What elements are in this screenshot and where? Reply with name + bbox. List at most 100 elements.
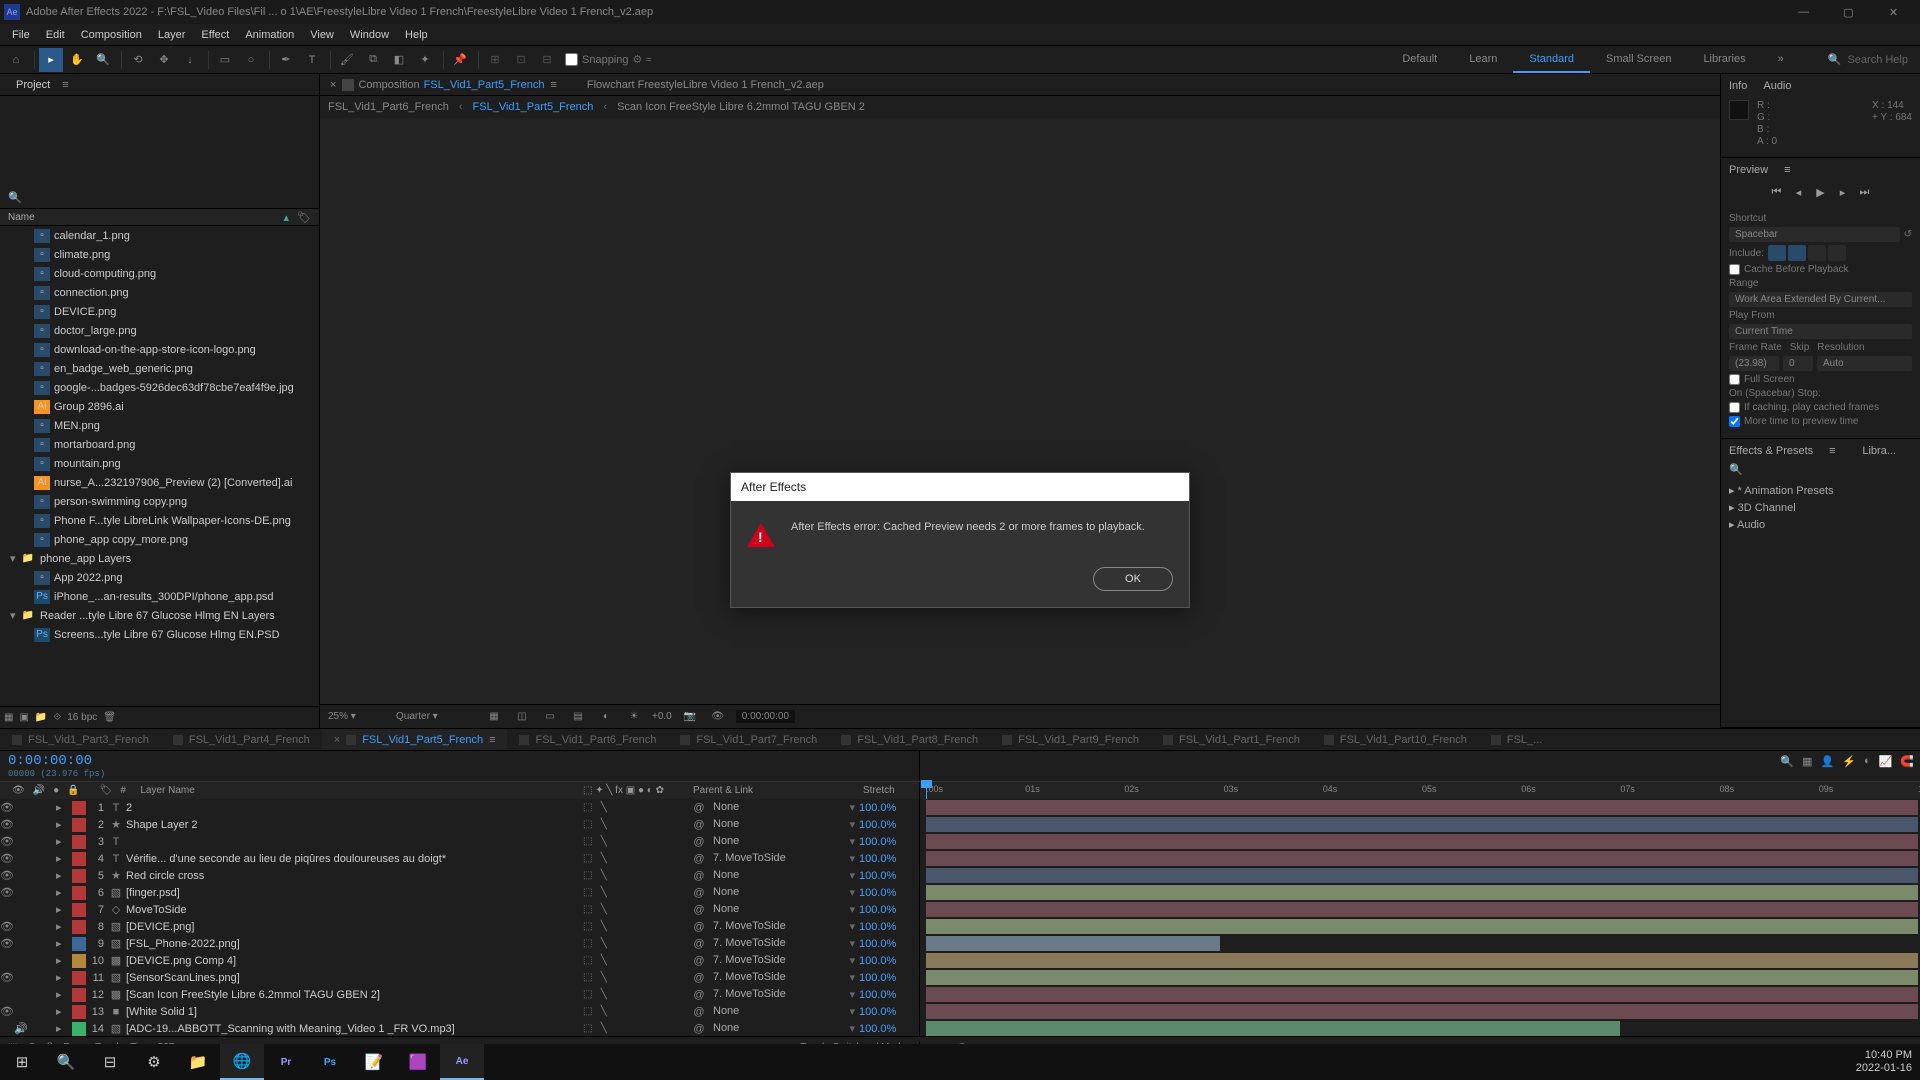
visibility-toggle[interactable]: 👁 [0,818,14,831]
pickwhip-icon[interactable]: @ [689,989,709,1001]
stretch-value[interactable]: 100.0% [859,819,919,831]
parent-dropdown[interactable]: 7. MoveToSide ▾ [709,971,859,984]
new-folder-icon[interactable]: 📁 [35,712,47,723]
depth-toggle[interactable]: ⟐ [53,712,61,723]
parent-dropdown[interactable]: None ▾ [709,818,859,831]
project-item[interactable]: ▫mountain.png [0,454,319,473]
current-time[interactable]: 0:00:00:00 [8,753,911,769]
search-help[interactable]: 🔍 Search Help [1820,51,1916,68]
audio-col-icon[interactable]: 🔊 [29,785,49,796]
eraser-tool[interactable]: ◧ [387,48,411,72]
panel-menu-icon[interactable]: ≡ [62,79,68,91]
stretch-value[interactable]: 100.0% [859,1006,919,1018]
comp-tab-name[interactable]: FSL_Vid1_Part5_French [424,79,545,91]
stretch-value[interactable]: 100.0% [859,938,919,950]
anchor-tool[interactable]: ↓ [178,48,202,72]
composition-viewer[interactable] [320,118,1720,704]
project-item[interactable]: ▫download-on-the-app-store-icon-logo.png [0,340,319,359]
flowchart-tab[interactable]: Flowchart FreestyleLibre Video 1 French_… [587,79,824,91]
visibility-toggle[interactable]: 👁 [0,835,14,848]
new-comp-icon[interactable]: ▣ [19,712,28,723]
include-overlays[interactable] [1808,245,1826,261]
menu-effect[interactable]: Effect [193,27,237,43]
menu-composition[interactable]: Composition [73,27,150,43]
timeline-layer[interactable]: 🔊▸14▧[ADC-19...ABBOTT_Scanning with Mean… [0,1020,1920,1036]
fullscreen-checkbox[interactable] [1729,374,1740,385]
effects-category[interactable]: ▸ Audio [1729,516,1912,533]
orbit-tool[interactable]: ⟲ [126,48,150,72]
layer-bar[interactable] [926,953,1918,968]
workspace-libraries[interactable]: Libraries [1687,47,1761,73]
puppet-tool[interactable]: 📌 [448,48,472,72]
workspace-standard[interactable]: Standard [1513,47,1590,73]
timeline-layer[interactable]: ▸7◇MoveToSide⬚ ╲@None ▾100.0% [0,901,1920,918]
pickwhip-icon[interactable]: @ [689,819,709,831]
workspace-more[interactable]: » [1762,47,1800,73]
exposure-value[interactable]: +0.0 [652,711,672,722]
timeline-layer[interactable]: ▸12▩[Scan Icon FreeStyle Libre 6.2mmol T… [0,986,1920,1003]
project-tab[interactable]: Project [8,77,58,93]
parent-dropdown[interactable]: None ▾ [709,1022,859,1035]
menu-view[interactable]: View [302,27,342,43]
stretch-value[interactable]: 100.0% [859,887,919,899]
visibility-toggle[interactable]: 👁 [0,886,14,899]
project-item[interactable]: ▾📁phone_app Layers [0,549,319,568]
pen-tool[interactable]: ✒ [274,48,298,72]
reset-icon[interactable]: ↺ [1904,229,1912,240]
stretch-col[interactable]: Stretch [859,785,919,796]
mask-icon[interactable]: ◫ [512,707,532,727]
moretime-checkbox[interactable] [1729,416,1740,427]
project-item[interactable]: ▫google-...badges-5926dec63df78cbe7eaf4f… [0,378,319,397]
timeline-tab[interactable]: FSL_... [1479,729,1554,751]
workspace-smallscreen[interactable]: Small Screen [1590,47,1687,73]
sticky-notes-icon[interactable]: 📝 [352,1044,396,1080]
project-item[interactable]: ▫cloud-computing.png [0,264,319,283]
menu-animation[interactable]: Animation [237,27,302,43]
guides-icon[interactable]: ▤ [568,707,588,727]
pickwhip-icon[interactable]: @ [689,802,709,814]
chrome-icon[interactable]: 🌐 [220,1044,264,1080]
layer-color[interactable] [72,818,86,832]
tl-mb-icon[interactable]: ◐ [1864,755,1871,768]
stretch-value[interactable]: 100.0% [859,836,919,848]
include-video[interactable] [1768,245,1786,261]
stretch-value[interactable]: 100.0% [859,989,919,1001]
menu-edit[interactable]: Edit [38,27,73,43]
project-item[interactable]: Ainurse_A...232197906_Preview (2) [Conve… [0,473,319,492]
visibility-toggle[interactable]: 👁 [0,852,14,865]
start-button[interactable]: ⊞ [0,1044,44,1080]
timeline-tab[interactable]: FSL_Vid1_Part3_French [0,729,161,751]
layer-bar[interactable] [926,987,1918,1002]
project-col-name[interactable]: Name [8,212,284,223]
zoom-tool[interactable]: 🔍 [91,48,115,72]
parent-dropdown[interactable]: None ▾ [709,886,859,899]
shortcut-dropdown[interactable]: Spacebar [1729,227,1900,242]
workspace-default[interactable]: Default [1386,47,1453,73]
settings-icon[interactable]: ⚙ [132,1044,176,1080]
project-item[interactable]: ▫en_badge_web_generic.png [0,359,319,378]
hand-tool[interactable]: ✋ [65,48,89,72]
layer-color[interactable] [72,1005,86,1019]
timeline-tab[interactable]: FSL_Vid1_Part1_French [1151,729,1312,751]
explorer-icon[interactable]: 📁 [176,1044,220,1080]
layer-color[interactable] [72,852,86,866]
timeline-layer[interactable]: 👁▸5★Red circle cross⬚ ╲@None ▾100.0% [0,867,1920,884]
app-icon[interactable]: 🟪 [396,1044,440,1080]
home-tool[interactable]: ⌂ [4,48,28,72]
menu-file[interactable]: File [4,27,38,43]
info-tab[interactable]: Info [1729,80,1747,92]
timeline-tab[interactable]: FSL_Vid1_Part9_French [990,729,1151,751]
prev-frame-icon[interactable]: ◂ [1791,184,1807,200]
preview-tab[interactable]: Preview [1729,164,1768,176]
transparency-grid-icon[interactable]: ▦ [484,707,504,727]
layer-color[interactable] [72,801,86,815]
menu-window[interactable]: Window [342,27,397,43]
project-item[interactable]: ▫mortarboard.png [0,435,319,454]
effects-category[interactable]: ▸ 3D Channel [1729,499,1912,516]
menu-help[interactable]: Help [397,27,436,43]
label-col-icon[interactable]: 🏷 [96,785,117,796]
framerate-field[interactable]: (23.98) [1729,356,1779,371]
stretch-value[interactable]: 100.0% [859,921,919,933]
rect-tool[interactable]: ▭ [213,48,237,72]
effects-search-icon[interactable]: 🔍 [1729,464,1743,476]
